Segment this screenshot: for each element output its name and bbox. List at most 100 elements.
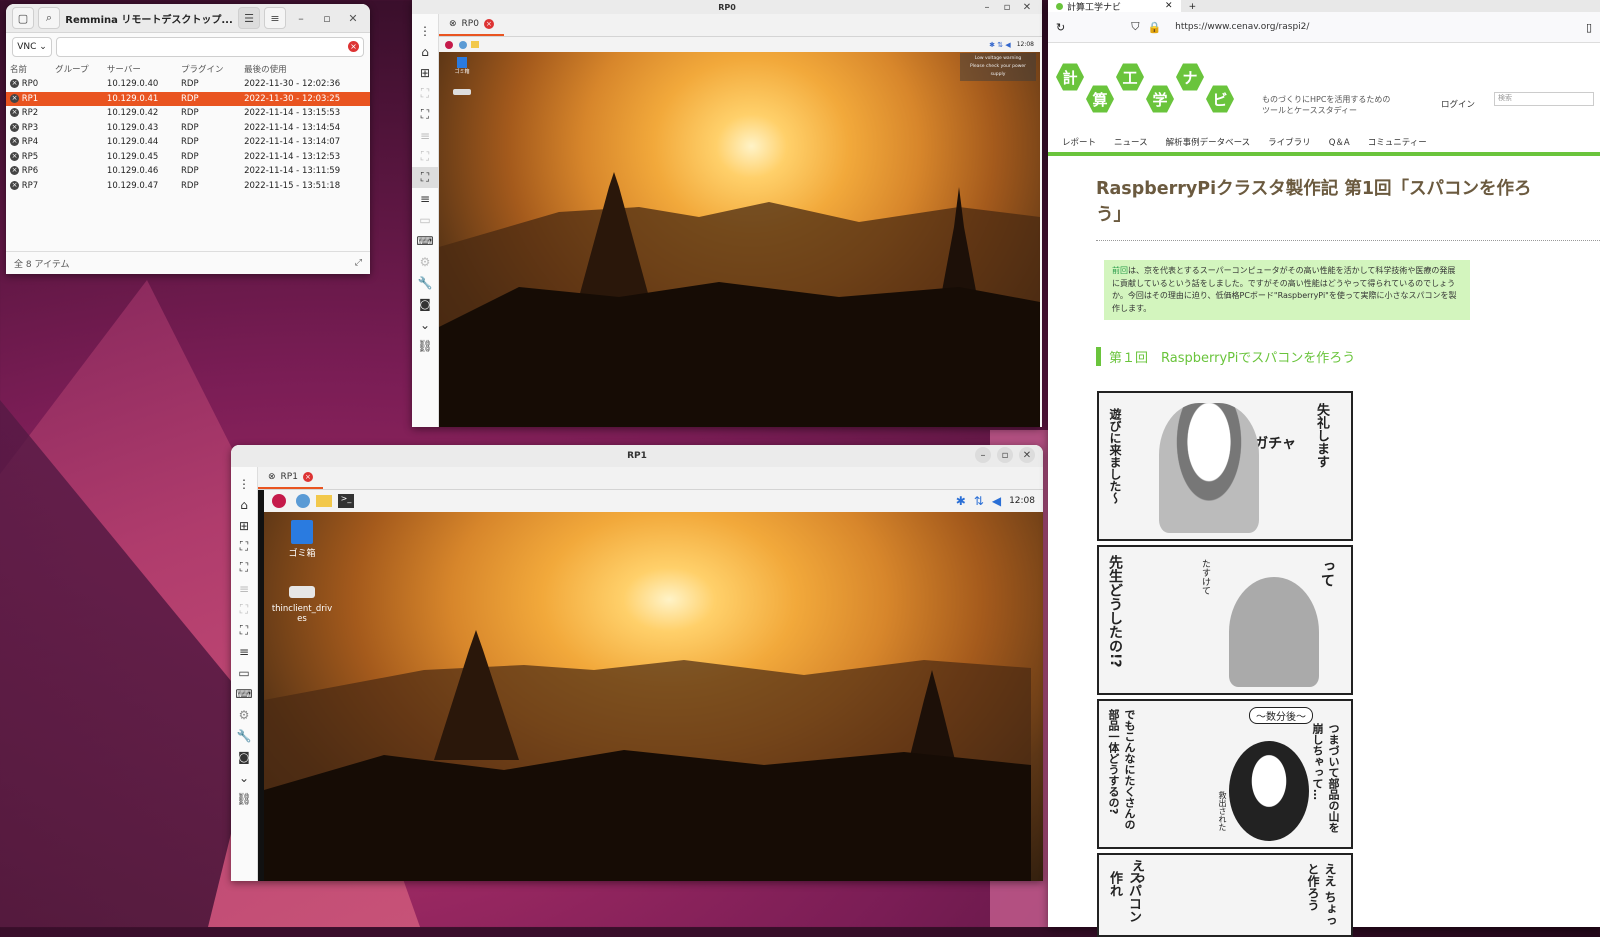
disconnect-icon[interactable]: ⛓ — [412, 335, 438, 356]
site-nav-item[interactable]: Q＆A — [1329, 136, 1350, 148]
connection-last-used: 2022-11-30 - 12:02:36 — [244, 79, 341, 90]
home-icon[interactable]: ⌂ — [412, 41, 438, 62]
keyboard-icon[interactable]: ⌨ — [412, 230, 438, 251]
scale-icon[interactable]: ⛶ — [412, 146, 438, 167]
new-connection-icon[interactable]: ▢ — [12, 7, 34, 29]
kebab-menu-icon[interactable]: ⋮ — [412, 20, 438, 41]
minimize-button[interactable]: – — [980, 0, 994, 14]
multi-monitor-icon[interactable]: ▭ — [412, 209, 438, 230]
lock-icon[interactable]: 🔒 — [1147, 21, 1161, 34]
navigation-bar: ↻ ⛉ 🔒 https://www.cenav.org/raspi2/ ▯ — [1048, 12, 1600, 43]
minimize-icon[interactable]: ⌄ — [231, 767, 257, 788]
column-header[interactable]: プラグイン — [177, 61, 240, 77]
menu-icon[interactable]: ≡ — [412, 188, 438, 209]
close-tab-icon[interactable]: × — [302, 472, 313, 482]
comic-character — [1229, 741, 1309, 841]
protocol-select[interactable]: VNC ⌄ — [12, 37, 52, 57]
tab-rp0[interactable]: ⊗ RP0 × — [439, 14, 504, 36]
close-tab-icon[interactable]: ✕ — [1165, 1, 1173, 11]
minimize-button[interactable]: – — [290, 12, 312, 25]
connection-row[interactable]: × RP5 10.129.0.45 RDP 2022-11-14 - 13:12:53 — [6, 150, 370, 165]
connection-icon: × — [10, 79, 19, 89]
disconnect-icon[interactable]: ⛓ — [231, 788, 257, 809]
rp1-titlebar[interactable]: RP1 – ▫ ✕ — [231, 445, 1043, 468]
menu-icon[interactable]: ≡ — [264, 7, 286, 29]
url-field[interactable]: https://www.cenav.org/raspi2/ — [1169, 18, 1578, 36]
fit-window-icon[interactable]: ⛶ — [412, 83, 438, 104]
rp0-remote-desktop[interactable]: ✱ ⇅ ◀ 12:08 Low voltage warning Please c… — [439, 37, 1040, 427]
maximize-button[interactable]: ▫ — [1000, 0, 1014, 14]
resize-grip-icon[interactable]: ⤢ — [355, 258, 362, 268]
fullscreen-icon[interactable]: ⛶ — [231, 557, 257, 578]
clear-icon[interactable]: × — [348, 41, 359, 52]
close-button[interactable]: ✕ — [1019, 447, 1035, 463]
dynamic-resolution-icon[interactable]: ⛶ — [231, 620, 257, 641]
comic-text: 失礼します — [1314, 403, 1329, 468]
tools-icon[interactable]: 🔧 — [231, 725, 257, 746]
login-link[interactable]: ログイン — [1441, 98, 1475, 110]
minimize-button[interactable]: – — [975, 447, 991, 463]
connection-row[interactable]: × RP0 10.129.0.40 RDP 2022-11-30 - 12:02:36 — [6, 77, 370, 92]
tools-icon[interactable]: 🔧 — [412, 272, 438, 293]
menu-icon[interactable]: ≡ — [231, 641, 257, 662]
kebab-menu-icon[interactable]: ⋮ — [231, 473, 257, 494]
tab-label: RP0 — [461, 19, 479, 29]
fullscreen-icon[interactable]: ⛶ — [412, 104, 438, 125]
site-nav-item[interactable]: レポート — [1062, 136, 1096, 148]
article-title: RaspberryPiクラスタ製作記 第1回「スパコンを作ろ う」 — [1096, 176, 1596, 228]
connection-row[interactable]: × RP4 10.129.0.44 RDP 2022-11-14 - 13:14:07 — [6, 135, 370, 150]
multi-monitor-icon[interactable]: ▭ — [231, 662, 257, 683]
reload-icon[interactable]: ↻ — [1056, 21, 1065, 34]
column-header[interactable]: サーバー — [103, 61, 177, 77]
preferences-icon[interactable]: ⚙ — [412, 251, 438, 272]
connection-row[interactable]: × RP1 10.129.0.41 RDP 2022-11-30 - 12:03:25 — [6, 91, 370, 106]
column-header[interactable]: 最後の使用 — [240, 61, 370, 77]
rp1-remote-desktop[interactable]: >_ ✱ ⇅ ◀ 12:08 ゴミ箱 thinclient_drives — [258, 490, 1043, 881]
site-nav: レポート ニュース 解析事例データベース ライブラリ Q＆A コミュニティー — [1062, 136, 1427, 148]
connection-row[interactable]: × RP3 10.129.0.43 RDP 2022-11-14 - 13:14:54 — [6, 121, 370, 136]
pagoda-landscape — [439, 172, 1040, 427]
site-nav-item[interactable]: ニュース — [1114, 136, 1148, 148]
connection-row[interactable]: × RP2 10.129.0.42 RDP 2022-11-14 - 13:15:53 — [6, 106, 370, 121]
browser-tab[interactable]: 計算工学ナビ ✕ — [1048, 0, 1181, 13]
site-logo[interactable]: 計 算 工 学 ナ ビ — [1056, 62, 1256, 122]
add-icon[interactable]: ⊞ — [231, 515, 257, 536]
maximize-button[interactable]: ▫ — [316, 12, 338, 25]
dynamic-resolution-icon[interactable]: ⛶ — [412, 167, 438, 188]
scale-icon[interactable]: ⛶ — [231, 599, 257, 620]
close-button[interactable]: ✕ — [1020, 0, 1034, 14]
search-input[interactable]: 検索 — [1494, 92, 1594, 106]
connection-row[interactable]: × RP6 10.129.0.46 RDP 2022-11-14 - 13:11:59 — [6, 164, 370, 179]
connection-row[interactable]: × RP7 10.129.0.47 RDP 2022-11-15 - 13:51:18 — [6, 179, 370, 194]
new-tab-icon[interactable]: + — [1189, 2, 1197, 12]
keyboard-icon[interactable]: ⌨ — [231, 683, 257, 704]
column-header[interactable]: 名前 — [6, 61, 51, 77]
screenshot-icon[interactable]: ◙ — [412, 293, 438, 314]
previous-link[interactable]: 前回 — [1112, 266, 1128, 275]
site-nav-item[interactable]: 解析事例データベース — [1166, 136, 1251, 148]
preferences-icon[interactable]: ⚙ — [231, 704, 257, 725]
connection-server: 10.129.0.44 — [106, 137, 159, 148]
shield-icon[interactable]: ⛉ — [1131, 20, 1139, 34]
quick-connect-input[interactable]: × — [56, 37, 364, 57]
minimize-icon[interactable]: ⌄ — [412, 314, 438, 335]
connection-last-used: 2022-11-14 - 13:14:54 — [244, 122, 341, 133]
fit-window-icon[interactable]: ⛶ — [231, 536, 257, 557]
site-nav-item[interactable]: コミュニティー — [1368, 136, 1427, 148]
close-tab-icon[interactable]: × — [483, 19, 494, 29]
connection-plugin: RDP — [181, 180, 199, 191]
site-nav-item[interactable]: ライブラリ — [1268, 136, 1311, 148]
screenshot-icon[interactable]: ◙ — [231, 746, 257, 767]
home-icon[interactable]: ⌂ — [231, 494, 257, 515]
column-header[interactable]: グループ — [51, 61, 103, 77]
rp0-titlebar[interactable]: RP0 – ▫ ✕ — [412, 0, 1042, 15]
menu-icon[interactable]: ≡ — [412, 125, 438, 146]
maximize-button[interactable]: ▫ — [997, 447, 1013, 463]
search-icon[interactable]: ⌕ — [38, 7, 60, 29]
menu-icon[interactable]: ≡ — [231, 578, 257, 599]
close-button[interactable]: ✕ — [342, 12, 364, 25]
list-view-icon[interactable]: ☰ — [238, 7, 260, 29]
reader-view-icon[interactable]: ▯ — [1586, 21, 1592, 34]
tab-rp1[interactable]: ⊗ RP1 × — [258, 467, 323, 489]
add-icon[interactable]: ⊞ — [412, 62, 438, 83]
